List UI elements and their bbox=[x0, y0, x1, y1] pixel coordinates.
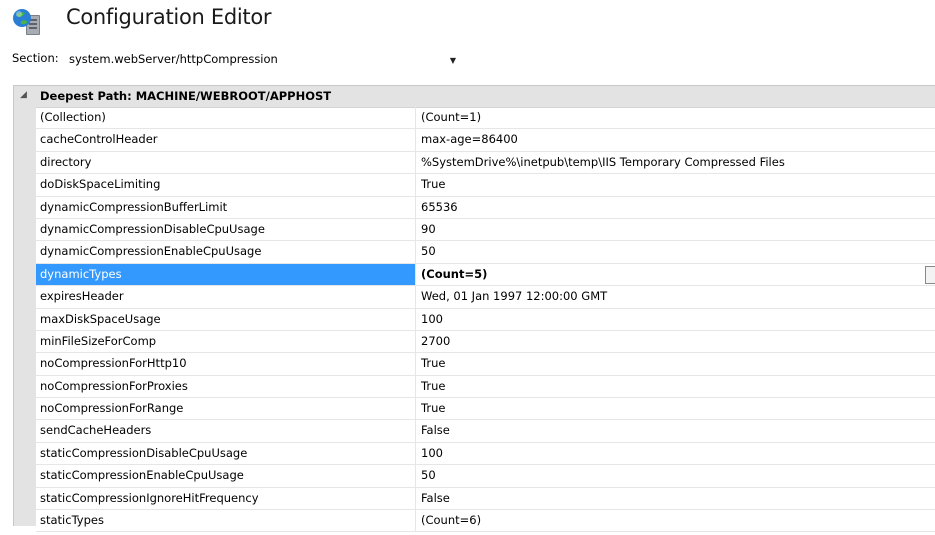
property-name[interactable]: maxDiskSpaceUsage bbox=[36, 308, 416, 330]
property-value[interactable]: 100 bbox=[417, 309, 935, 330]
property-value[interactable]: 100 bbox=[417, 443, 935, 464]
property-name[interactable]: directory bbox=[36, 151, 416, 174]
property-row[interactable]: staticCompressionDisableCpuUsage 100 bbox=[36, 442, 935, 466]
page-title: Configuration Editor bbox=[66, 5, 272, 29]
ellipsis-button[interactable] bbox=[925, 265, 935, 284]
property-value[interactable]: %SystemDrive%\inetpub\temp\IIS Temporary… bbox=[417, 152, 935, 173]
property-name[interactable]: staticCompressionEnableCpuUsage bbox=[36, 465, 416, 487]
property-name[interactable]: dynamicCompressionEnableCpuUsage bbox=[36, 241, 416, 263]
section-selector-row: Section: system.webServer/httpCompressio… bbox=[0, 46, 935, 73]
property-name[interactable]: noCompressionForHttp10 bbox=[36, 353, 416, 375]
property-value[interactable]: True bbox=[417, 376, 935, 397]
property-value[interactable]: (Count=1) bbox=[417, 107, 935, 128]
group-label: Deepest Path: MACHINE/WEBROOT/APPHOST bbox=[40, 89, 332, 103]
grid-margin bbox=[14, 107, 36, 526]
property-name[interactable]: noCompressionForProxies bbox=[36, 375, 416, 398]
property-value[interactable]: 90 bbox=[417, 219, 935, 240]
property-name[interactable]: dynamicCompressionDisableCpuUsage bbox=[36, 218, 416, 241]
property-name[interactable]: dynamicTypes bbox=[36, 263, 416, 286]
property-value[interactable]: max-age=86400 bbox=[417, 129, 935, 150]
property-name[interactable]: sendCacheHeaders bbox=[36, 420, 416, 442]
property-row[interactable]: sendCacheHeaders False bbox=[36, 420, 935, 443]
property-row[interactable]: doDiskSpaceLimiting True bbox=[36, 174, 935, 197]
property-row[interactable]: expiresHeader Wed, 01 Jan 1997 12:00:00 G… bbox=[36, 286, 935, 309]
group-header[interactable]: ◢ Deepest Path: MACHINE/WEBROOT/APPHOST bbox=[14, 86, 935, 108]
property-name[interactable]: staticCompressionIgnoreHitFrequency bbox=[36, 487, 416, 510]
property-value[interactable]: False bbox=[417, 488, 935, 509]
property-value[interactable]: (Count=6) bbox=[417, 510, 935, 531]
property-name[interactable]: minFileSizeForComp bbox=[36, 330, 416, 353]
property-row[interactable]: cacheControlHeader max-age=86400 bbox=[36, 129, 935, 152]
property-name[interactable]: staticCompressionDisableCpuUsage bbox=[36, 442, 416, 465]
property-row[interactable]: noCompressionForProxies True bbox=[36, 375, 935, 399]
property-row[interactable]: staticCompressionEnableCpuUsage 50 bbox=[36, 465, 935, 488]
iis-config-icon bbox=[12, 7, 44, 39]
property-row[interactable]: dynamicCompressionEnableCpuUsage 50 bbox=[36, 241, 935, 264]
property-name[interactable]: staticTypes bbox=[36, 510, 416, 532]
property-row[interactable]: dynamicTypes (Count=5) bbox=[36, 263, 935, 287]
property-row[interactable]: dynamicCompressionDisableCpuUsage 90 bbox=[36, 218, 935, 242]
property-name[interactable]: dynamicCompressionBufferLimit bbox=[36, 196, 416, 218]
property-name[interactable]: expiresHeader bbox=[36, 286, 416, 308]
section-value: system.webServer/httpCompression bbox=[69, 52, 278, 66]
collapse-triangle-icon[interactable]: ◢ bbox=[20, 90, 27, 100]
chevron-down-icon[interactable]: ▼ bbox=[445, 54, 461, 68]
property-value[interactable]: True bbox=[417, 174, 935, 195]
property-value[interactable]: 65536 bbox=[417, 197, 935, 218]
property-value[interactable]: Wed, 01 Jan 1997 12:00:00 GMT bbox=[417, 286, 935, 307]
section-label: Section: bbox=[12, 51, 59, 65]
property-row[interactable]: staticCompressionIgnoreHitFrequency False bbox=[36, 487, 935, 511]
editor-header: Configuration Editor bbox=[0, 0, 935, 44]
property-rows: (Collection) (Count=1) cacheControlHeader m… bbox=[36, 107, 935, 533]
property-value[interactable]: 2700 bbox=[417, 331, 935, 352]
property-row[interactable]: dynamicCompressionBufferLimit 65536 bbox=[36, 196, 935, 219]
property-name[interactable]: noCompressionForRange bbox=[36, 398, 416, 420]
property-value[interactable]: True bbox=[417, 353, 935, 374]
property-name[interactable]: cacheControlHeader bbox=[36, 129, 416, 151]
property-grid: ◢ Deepest Path: MACHINE/WEBROOT/APPHOST … bbox=[13, 85, 935, 533]
property-row[interactable]: (Collection) (Count=1) bbox=[36, 107, 935, 130]
property-value[interactable]: 50 bbox=[417, 241, 935, 262]
property-value[interactable]: (Count=5) bbox=[417, 264, 935, 285]
property-row[interactable]: minFileSizeForComp 2700 bbox=[36, 330, 935, 354]
property-row[interactable]: noCompressionForHttp10 True bbox=[36, 353, 935, 376]
property-value[interactable]: False bbox=[417, 420, 935, 441]
property-row[interactable]: directory %SystemDrive%\inetpub\temp\IIS … bbox=[36, 151, 935, 175]
property-row[interactable]: maxDiskSpaceUsage 100 bbox=[36, 308, 935, 331]
property-name[interactable]: (Collection) bbox=[36, 107, 416, 129]
section-dropdown[interactable]: system.webServer/httpCompression ▼ bbox=[66, 47, 468, 73]
property-name[interactable]: doDiskSpaceLimiting bbox=[36, 174, 416, 196]
property-row[interactable]: noCompressionForRange True bbox=[36, 398, 935, 421]
property-value[interactable]: True bbox=[417, 398, 935, 419]
property-value[interactable]: 50 bbox=[417, 465, 935, 486]
property-row[interactable]: staticTypes (Count=6) bbox=[36, 510, 935, 533]
